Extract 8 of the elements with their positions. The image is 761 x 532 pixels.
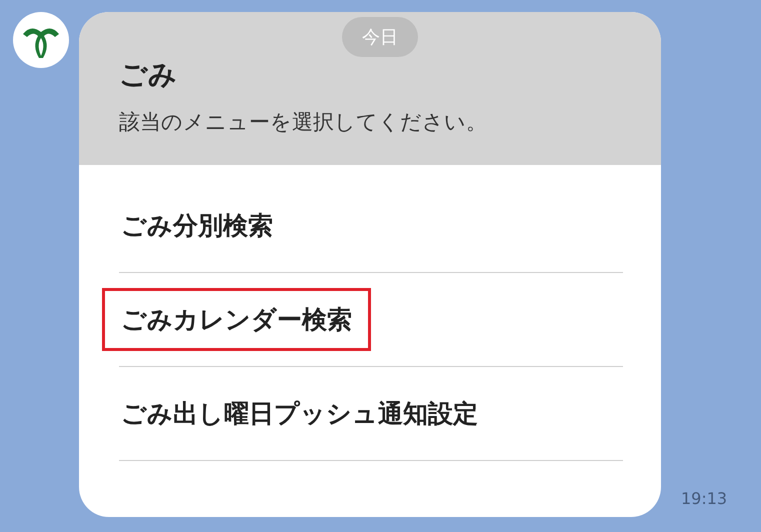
date-pill: 今日 bbox=[342, 17, 418, 57]
crest-icon bbox=[13, 12, 69, 68]
menu-item[interactable]: ごみ出し曜日プッシュ通知設定 bbox=[102, 382, 497, 445]
menu-item[interactable]: ごみ分別検索 bbox=[102, 194, 292, 257]
message-time: 19:13 bbox=[681, 489, 728, 508]
card-subtitle: 該当のメニューを選択してください。 bbox=[119, 109, 488, 136]
card-title: ごみ bbox=[119, 57, 178, 93]
menu-item[interactable]: ごみカレンダー検索 bbox=[102, 288, 371, 351]
